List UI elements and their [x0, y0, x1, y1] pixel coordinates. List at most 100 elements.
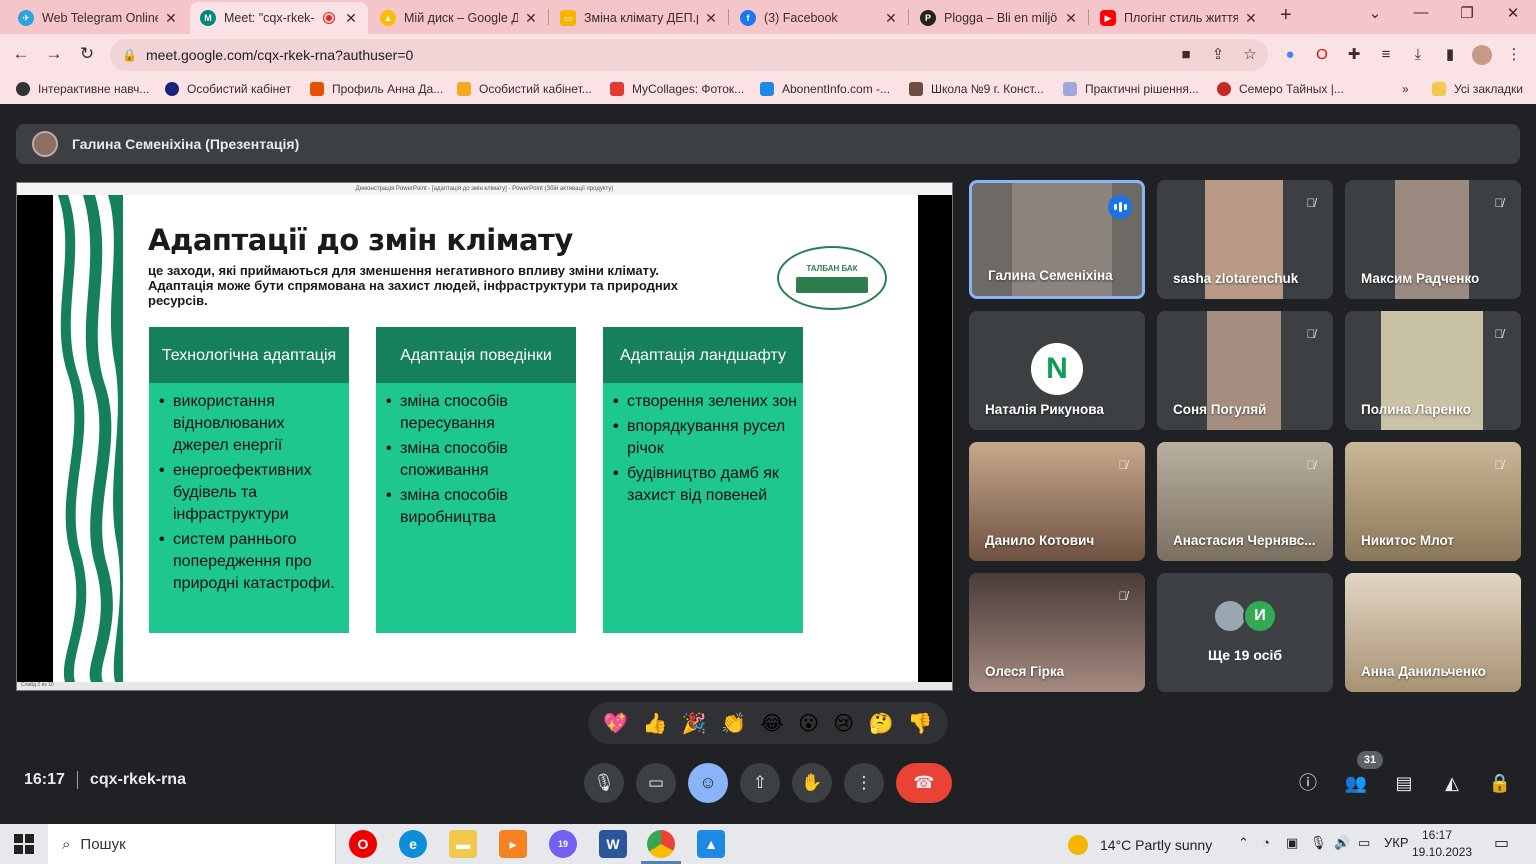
reactions-button[interactable]: ☺	[688, 763, 728, 803]
bookmark-item[interactable]: Особистий кабінет...	[457, 82, 592, 96]
presentation-view[interactable]: Демонстрація PowerPoint - [адаптація до …	[16, 182, 953, 691]
taskbar-search[interactable]: ⌕ Пошук	[48, 824, 336, 864]
weather-widget[interactable]: 14°C Partly sunny	[1068, 835, 1212, 855]
tab-google-drive[interactable]: ▲ Мій диск – Google Д ✕	[370, 2, 548, 34]
more-bookmarks-button[interactable]: »	[1402, 82, 1409, 96]
participant-tile[interactable]: N Наталія Рикунова	[969, 311, 1145, 430]
volume-icon[interactable]: 🔊	[1334, 835, 1350, 851]
participant-tile[interactable]: 🎙̸ Никитос Млот	[1345, 442, 1521, 561]
photos-icon[interactable]: ▲	[697, 830, 725, 858]
leave-call-button[interactable]: ☎	[896, 763, 952, 803]
back-button[interactable]: ←	[10, 43, 32, 65]
participant-tile[interactable]: 🎙̸ Данило Котович	[969, 442, 1145, 561]
close-icon[interactable]: ✕	[344, 10, 358, 27]
participant-tile[interactable]: 🎙̸ Максим Радченко	[1345, 180, 1521, 299]
sad-reaction-button[interactable]: 😢	[833, 711, 854, 736]
people-button[interactable]: 👥	[1344, 771, 1368, 795]
file-explorer-icon[interactable]: ▬	[449, 830, 477, 858]
opera-icon[interactable]: O	[349, 830, 377, 858]
media-app-icon[interactable]: ▸	[499, 830, 527, 858]
chevron-up-icon[interactable]: ⌃	[1238, 835, 1249, 851]
tab-meet[interactable]: M Meet: "cqx-rkek- ✕	[190, 2, 368, 34]
bookmark-item[interactable]: Особистий кабінет	[165, 82, 291, 96]
word-icon[interactable]: W	[599, 830, 627, 858]
bookmark-item[interactable]: Практичні рішення...	[1063, 82, 1199, 96]
slide-subtitle: це заходи, які приймаються для зменшення…	[148, 263, 678, 308]
new-tab-button[interactable]: +	[1280, 4, 1300, 27]
close-icon[interactable]: ✕	[524, 10, 538, 27]
minimize-button[interactable]: —	[1406, 4, 1436, 21]
more-participants-tile[interactable]: И Ще 19 осіб	[1157, 573, 1333, 692]
clapping-reaction-button[interactable]: 👏	[721, 711, 746, 736]
language-indicator[interactable]: УКР	[1384, 835, 1409, 850]
surprised-reaction-button[interactable]: 😮	[798, 711, 819, 736]
tab-facebook[interactable]: f (3) Facebook ✕	[730, 2, 908, 34]
system-clock[interactable]: 16:17 19.10.2023	[1412, 827, 1472, 861]
windows-start-icon[interactable]	[14, 834, 34, 854]
battery-icon[interactable]: ▭	[1358, 835, 1370, 851]
close-icon[interactable]: ✕	[884, 10, 898, 27]
reload-button[interactable]: ↻	[76, 43, 98, 65]
sparkling-heart-reaction-button[interactable]: 💖	[603, 711, 628, 736]
device-icon[interactable]: ▣	[1286, 835, 1298, 851]
bookmark-item[interactable]: AbonentInfo.com -...	[760, 82, 890, 96]
bookmark-item[interactable]: Семеро Тайных |...	[1217, 82, 1344, 96]
activities-button[interactable]: ◭	[1440, 771, 1464, 795]
thinking-reaction-button[interactable]: 🤔	[869, 711, 894, 736]
tab-youtube[interactable]: ▶ Плогінг стиль життя ✕	[1090, 2, 1268, 34]
chat-button[interactable]: ▤	[1392, 771, 1416, 795]
all-bookmarks-folder[interactable]: Усі закладки	[1432, 82, 1523, 96]
viber-icon[interactable]: 19	[549, 830, 577, 858]
menu-icon[interactable]: ⋮	[1504, 45, 1524, 65]
thumbs-up-reaction-button[interactable]: 👍	[642, 711, 667, 736]
participant-tile[interactable]: 🎙̸ sasha zlotarenchuk	[1157, 180, 1333, 299]
more-options-button[interactable]: ⋮	[844, 763, 884, 803]
star-icon[interactable]: ☆	[1240, 45, 1260, 65]
close-icon[interactable]: ✕	[164, 10, 178, 27]
tab-telegram[interactable]: ✈ Web Telegram Online ✕	[8, 2, 188, 34]
participant-tile[interactable]: 🎙̸ Анастасия Чернявс...	[1157, 442, 1333, 561]
bookmark-item[interactable]: Школа №9 г. Конст...	[909, 82, 1044, 96]
sidepanel-icon[interactable]: ▮	[1440, 45, 1460, 65]
thumbs-down-reaction-button[interactable]: 👎	[908, 711, 933, 736]
raise-hand-button[interactable]: ✋	[792, 763, 832, 803]
puzzle-icon[interactable]: ✚	[1344, 45, 1364, 65]
participant-tile[interactable]: Галина Семеніхіна	[969, 180, 1145, 299]
close-window-button[interactable]: ✕	[1498, 4, 1528, 22]
close-icon[interactable]: ✕	[1244, 10, 1258, 27]
chevron-down-icon[interactable]: ⌄	[1360, 4, 1390, 22]
chrome-icon[interactable]	[647, 830, 675, 858]
share-icon[interactable]: ⇪	[1208, 45, 1228, 65]
network-icon[interactable]: ◔	[1262, 835, 1270, 850]
maximize-button[interactable]: ❐	[1452, 4, 1482, 22]
host-controls-button[interactable]: 🔒	[1488, 771, 1512, 795]
participant-tile[interactable]: Анна Данильченко	[1345, 573, 1521, 692]
profile-avatar[interactable]	[1472, 45, 1492, 65]
participant-tile[interactable]: 🎙̸ Олеся Гірка	[969, 573, 1145, 692]
microphone-tray-icon[interactable]: 🎙	[1310, 835, 1327, 851]
tab-plogga[interactable]: P Plogga – Bli en miljö ✕	[910, 2, 1088, 34]
party-popper-reaction-button[interactable]: 🎉	[682, 711, 707, 736]
tab-slides[interactable]: ▭ Зміна клімату ДЕП.р ✕	[550, 2, 728, 34]
laughing-reaction-button[interactable]: 😂	[760, 711, 783, 736]
extension-icon[interactable]: ●	[1280, 45, 1300, 65]
bookmark-item[interactable]: MyCollages: Фоток...	[610, 82, 744, 96]
download-icon[interactable]: ⤓	[1408, 45, 1428, 65]
address-bar[interactable]: 🔒 meet.google.com/cqx-rkek-rna?authuser=…	[110, 39, 1268, 71]
microphone-button[interactable]: 🎙	[584, 763, 624, 803]
camera-icon[interactable]: ■	[1176, 45, 1196, 65]
participant-tile[interactable]: 🎙̸ Полина Ларенко	[1345, 311, 1521, 430]
forward-button[interactable]: →	[43, 43, 65, 65]
close-icon[interactable]: ✕	[704, 10, 718, 27]
edge-icon[interactable]: e	[399, 830, 427, 858]
media-icon[interactable]: ≡	[1376, 45, 1396, 65]
camera-button[interactable]: ▭	[636, 763, 676, 803]
meeting-details-button[interactable]: ⓘ	[1296, 771, 1320, 795]
bookmark-item[interactable]: Інтерактивне навч...	[16, 82, 149, 96]
present-screen-button[interactable]: ⇧	[740, 763, 780, 803]
close-icon[interactable]: ✕	[1064, 10, 1078, 27]
opera-extension-icon[interactable]: O	[1312, 45, 1332, 65]
notification-icon[interactable]: ▭	[1494, 833, 1509, 853]
participant-tile[interactable]: 🎙̸ Соня Погуляй	[1157, 311, 1333, 430]
bookmark-item[interactable]: Профиль Анна Да...	[310, 82, 443, 96]
